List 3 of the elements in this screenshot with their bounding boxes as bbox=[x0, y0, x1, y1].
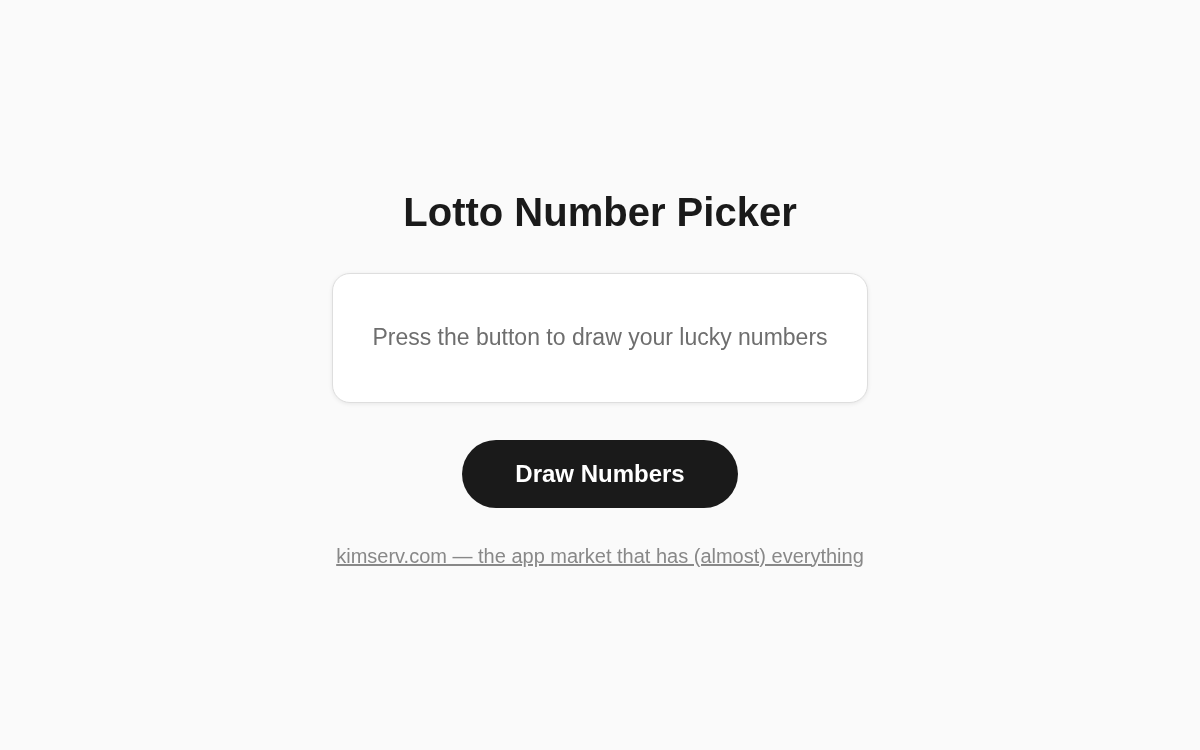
instruction-text: Press the button to draw your lucky numbers bbox=[372, 324, 828, 351]
page-title: Lotto Number Picker bbox=[403, 188, 797, 235]
draw-numbers-button[interactable]: Draw Numbers bbox=[462, 439, 738, 508]
